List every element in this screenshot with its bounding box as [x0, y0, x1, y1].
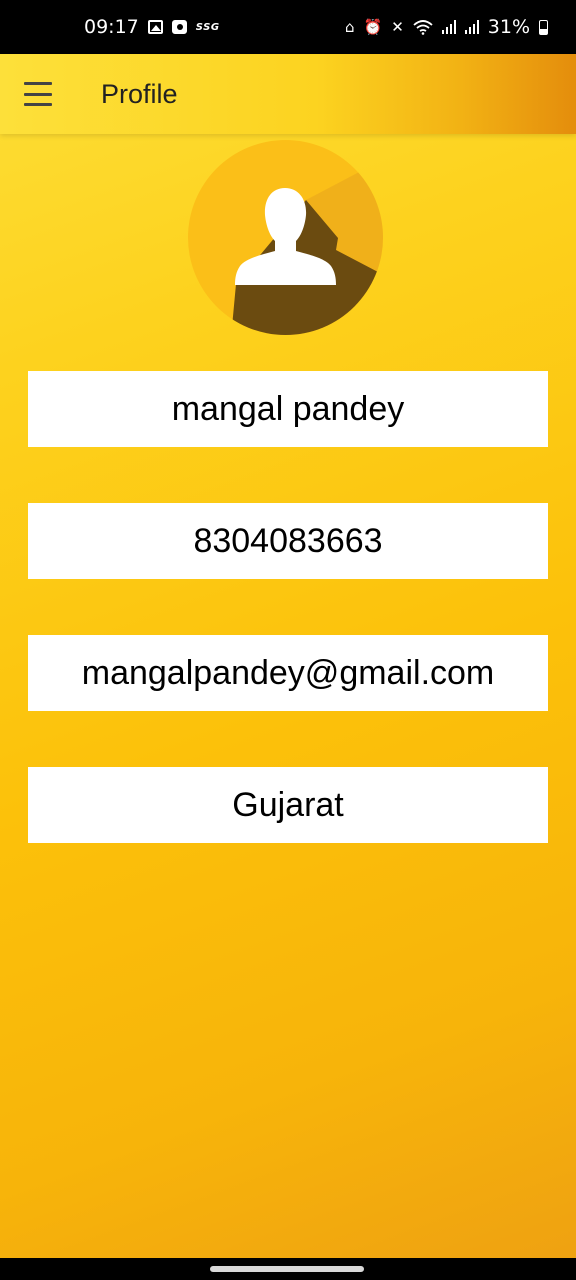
gallery-notification-icon	[147, 20, 163, 34]
hamburger-menu-icon[interactable]	[24, 82, 54, 106]
status-bar: 09:17 SSG ⌂ ⏰ ✕ 31%	[0, 0, 576, 54]
battery-icon	[539, 19, 548, 35]
mute-icon: ✕	[391, 18, 404, 36]
phone-field: 8304083663	[28, 503, 548, 579]
page-title: Profile	[101, 79, 178, 109]
signal-icon-sim1	[441, 20, 456, 34]
status-left: 09:17 SSG	[84, 16, 220, 38]
wifi-icon	[413, 20, 433, 35]
system-navigation-bar	[0, 1258, 576, 1280]
signal-icon-sim2	[464, 20, 479, 34]
screen-record-icon	[171, 20, 187, 34]
name-field: mangal pandey	[28, 371, 548, 447]
alarm-icon: ⏰	[363, 18, 383, 36]
home-indicator[interactable]	[210, 1266, 364, 1272]
lock-status-icon: ⌂	[344, 18, 355, 36]
email-field: mangalpandey@gmail.com	[28, 635, 548, 711]
status-time: 09:17	[84, 16, 139, 38]
profile-avatar[interactable]	[188, 140, 383, 335]
ssg-notification-icon: SSG	[195, 21, 220, 33]
state-field: Gujarat	[28, 767, 548, 843]
app-bar: Profile	[0, 54, 576, 134]
battery-percent: 31%	[487, 16, 530, 38]
status-right: ⌂ ⏰ ✕ 31%	[345, 16, 548, 38]
